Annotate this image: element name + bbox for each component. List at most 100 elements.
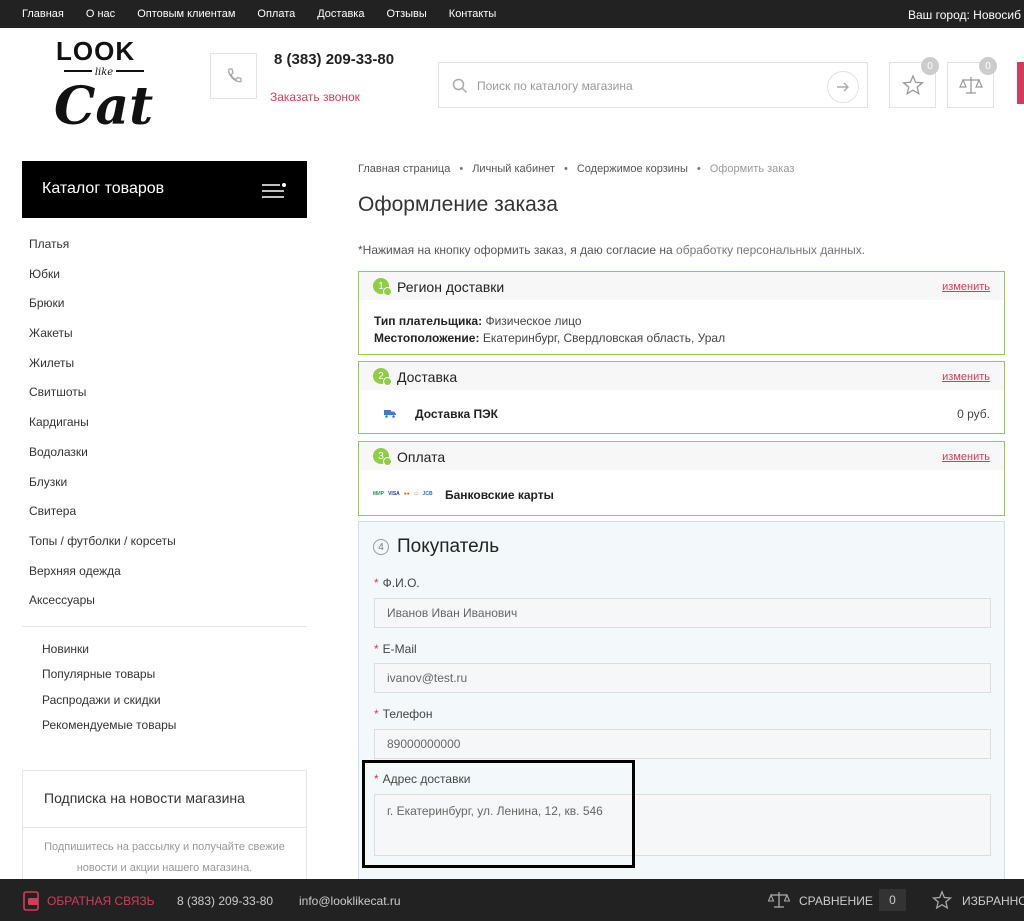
subscribe-box: Подписка на новости магазина Подпишитесь… [22,770,307,890]
category-jackets[interactable]: Жакеты [29,320,176,350]
feedback-link[interactable]: ОБРАТНАЯ СВЯЗЬ [47,894,155,908]
location-label: Местоположение: [374,331,480,345]
cart-button-edge[interactable] [1017,62,1024,104]
delivery-price: 0 руб. [957,407,990,421]
category-blouses[interactable]: Блузки [29,469,176,499]
region-change-link[interactable]: изменить [942,281,990,293]
delivery-section: 2 Доставка изменить Доставка ПЭК 0 руб. [358,361,1005,434]
category-accessories[interactable]: Аксессуары [29,587,176,617]
delivery-change-link[interactable]: изменить [942,371,990,383]
svg-text:Cat: Cat [54,76,153,134]
breadcrumb-home[interactable]: Главная страница [358,163,450,175]
visa-icon: VISA [388,491,400,497]
category-outerwear[interactable]: Верхняя одежда [29,558,176,588]
payment-section: 3 Оплата изменить МИР VISA ●● ▭ JCB Банк… [358,441,1005,516]
step-number-badge: 3 [373,448,392,466]
top-nav-delivery[interactable]: Доставка [317,8,364,20]
region-section-title: Регион доставки [397,279,505,295]
subscribe-description: Подпишитесь на рассылку и получайте свеж… [44,841,285,874]
phone-button[interactable] [210,53,257,99]
search-submit-button[interactable] [827,71,859,103]
consent-note: *Нажимая на кнопку оформить заказ, я даю… [358,243,865,257]
footer-email[interactable]: info@looklikecat.ru [299,894,401,908]
city-selector[interactable]: Ваш город: Новосиб [908,8,1021,22]
favorites-button[interactable]: 0 [889,57,939,108]
delivery-service: Доставка ПЭК [415,407,498,421]
subscribe-divider [23,827,306,828]
category-trousers[interactable]: Брюки [29,290,176,320]
step-number-badge: 1 [373,278,392,296]
mir-icon: МИР [373,491,385,497]
compare-count-badge: 0 [979,57,997,75]
phone-icon [227,68,242,83]
favorites-star-icon [932,890,952,910]
link-popular[interactable]: Популярные товары [42,664,176,689]
top-nav: Главная О нас Оптовым клиентам Оплата До… [22,0,518,28]
search-bar [438,62,868,108]
menu-icon [262,183,286,198]
category-sweatshirts[interactable]: Свитшоты [29,379,176,409]
category-skirts[interactable]: Юбки [29,261,176,291]
fio-input[interactable] [374,598,991,628]
callback-link[interactable]: Заказать звонок [270,90,360,104]
catalog-title: Каталог товаров [42,180,165,197]
payment-change-link[interactable]: изменить [942,451,990,463]
category-dresses[interactable]: Платья [29,231,176,261]
breadcrumb-account[interactable]: Личный кабинет [472,163,555,175]
footer-compare-link[interactable]: СРАВНЕНИЕ [799,894,873,908]
breadcrumb-current: Оформить заказ [709,163,795,175]
category-list: Платья Юбки Брюки Жакеты Жилеты Свитшоты… [29,231,176,617]
top-nav-contacts[interactable]: Контакты [449,8,497,20]
maestro-icon: ▭ [413,491,419,497]
scales-icon [958,77,983,94]
logo-image: LOOK like Cat [54,36,153,137]
top-nav-about[interactable]: О нас [86,8,115,20]
link-new[interactable]: Новинки [42,639,176,664]
location: Местоположение: Екатеринбург, Свердловск… [374,331,725,345]
phone-label: * Телефон [374,707,432,721]
category-cardigans[interactable]: Кардиганы [29,409,176,439]
breadcrumb-separator: • [696,163,701,175]
buyer-section: 4 Покупатель *Ф.И.О. *E-Mail *Телефон *А… [358,521,1005,881]
page-title: Оформление заказа [358,193,558,216]
top-nav-reviews[interactable]: Отзывы [386,8,426,20]
search-input[interactable] [477,75,837,97]
site-logo[interactable]: LOOK like Cat [50,34,170,137]
link-recommended[interactable]: Рекомендуемые товары [42,715,176,740]
phone-label-text: Телефон [382,707,433,721]
bottom-bar: ОБРАТНАЯ СВЯЗЬ 8 (383) 209-33-80 info@lo… [0,879,1024,921]
jcb-icon: JCB [422,491,433,497]
header-phone[interactable]: 8 (383) 209-33-80 [274,51,394,68]
footer-phone[interactable]: 8 (383) 209-33-80 [177,894,273,908]
top-nav-payment[interactable]: Оплата [257,8,295,20]
footer-favorites-link[interactable]: ИЗБРАННОЕ [962,894,1024,908]
category-turtlenecks[interactable]: Водолазки [29,439,176,469]
search-icon [452,78,468,94]
breadcrumb-cart[interactable]: Содержимое корзины [577,163,688,175]
breadcrumb-separator: • [459,163,464,175]
feedback-icon [23,891,39,911]
catalog-header[interactable]: Каталог товаров [22,161,307,218]
consent-text: *Нажимая на кнопку оформить заказ, я даю… [358,243,677,257]
payment-method: Банковские карты [445,488,554,502]
category-tops[interactable]: Топы / футболки / корсеты [29,528,176,558]
location-value: Екатеринбург, Свердловская область, Урал [482,331,726,345]
required-mark: * [374,707,379,721]
compare-button[interactable]: 0 [947,57,997,108]
footer-compare-count: 0 [879,889,906,911]
fio-label: * Ф.И.О. [374,576,420,590]
email-input[interactable] [374,663,991,693]
category-sweaters[interactable]: Свитера [29,498,176,528]
top-nav-wholesale[interactable]: Оптовым клиентам [137,8,235,20]
top-nav-home[interactable]: Главная [22,8,64,20]
required-mark: * [374,576,379,590]
arrow-right-icon [837,82,849,92]
consent-link[interactable]: обработку персональных данных. [676,243,865,257]
star-icon [901,74,924,96]
required-mark: * [374,642,379,656]
address-textarea[interactable]: г. Екатеринбург, ул. Ленина, 12, кв. 546 [374,794,991,856]
link-sales[interactable]: Распродажи и скидки [42,690,176,715]
category-vests[interactable]: Жилеты [29,350,176,380]
phone-input[interactable] [374,729,991,759]
sidebar-divider [22,626,307,627]
